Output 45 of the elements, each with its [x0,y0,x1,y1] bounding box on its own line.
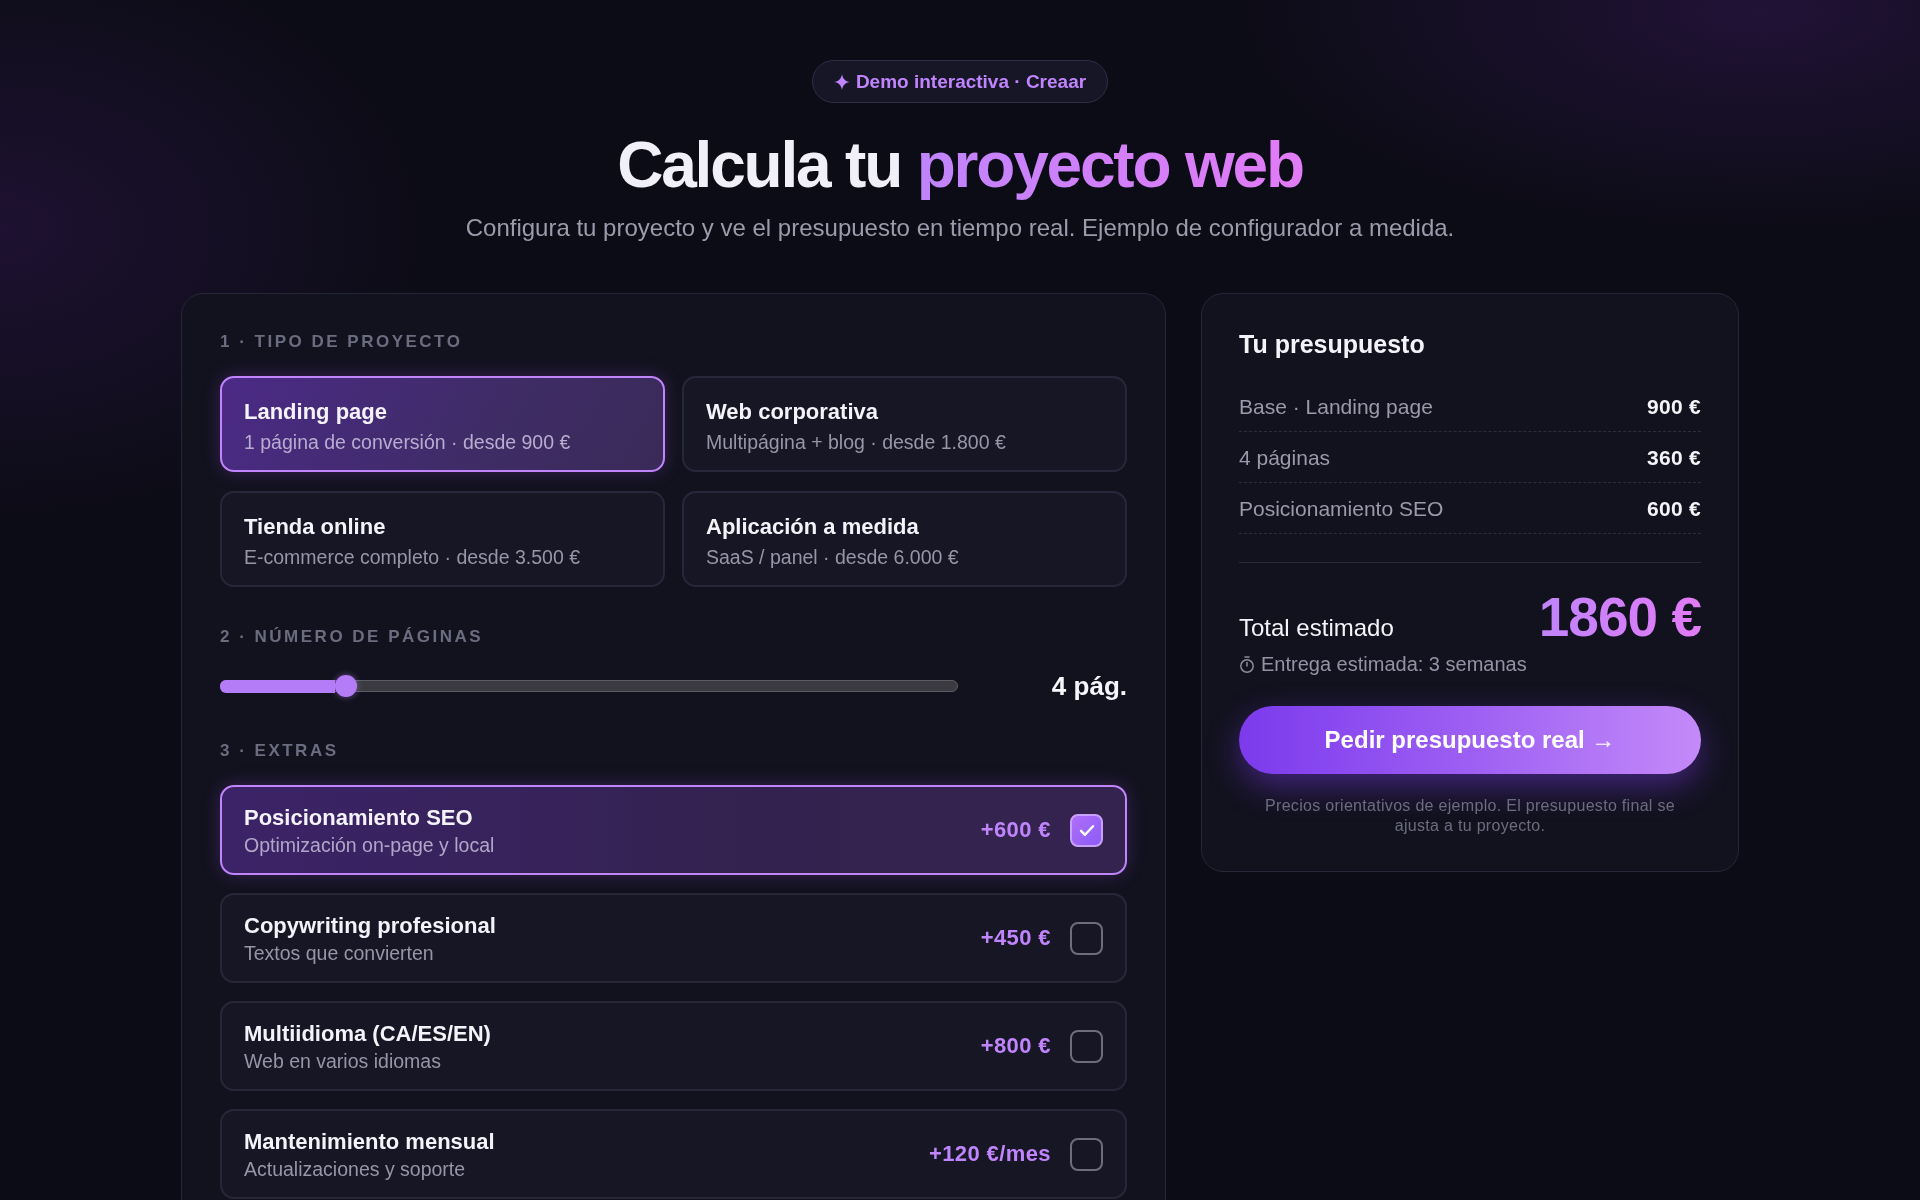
budget-line-label: Base · Landing page [1239,395,1433,419]
extra-price: +120 €/mes [928,1141,1051,1167]
budget-line-amount: 360 € [1646,446,1701,470]
extra-title: Posicionamiento SEO [244,804,473,832]
extra-description: Optimización on-page y local [244,834,495,856]
budget-line-label: 4 páginas [1239,446,1331,470]
extra-option-card[interactable]: Multiidioma (CA/ES/EN) Web en varios idiomas +800 € [220,1001,1127,1091]
extra-title: Multiidioma (CA/ES/EN) [244,1020,491,1048]
extra-option-card[interactable]: Posicionamiento SEO Optimización on-page y local +600 € [220,785,1127,875]
delivery-estimate: Entrega estimada: 3 semanas [1261,652,1527,676]
checkbox[interactable] [1070,813,1103,847]
project-type-option[interactable]: Aplicación a medida SaaS / panel · desde 6.000 € [682,491,1127,587]
checkbox[interactable] [1070,1137,1103,1171]
page-subtitle: Configura tu proyecto y ve el presupuesto en tiempo real. Ejemplo de configurador a medida. [465,213,1455,243]
extra-description: Textos que convierten [244,942,434,964]
budget-line-amount: 900 € [1646,395,1701,419]
sparkle-icon [833,73,850,90]
pages-value: 4 pág. [1050,670,1127,702]
extra-title: Mantenimiento mensual [244,1128,495,1156]
section-label: 1 · TIPO DE PROYECTO [220,332,463,352]
checkbox[interactable] [1070,1029,1103,1063]
extra-description: Web en varios idiomas [244,1050,441,1072]
checkmark-icon [1078,823,1095,837]
slider-handle[interactable] [335,675,358,697]
extra-price: +800 € [980,1033,1051,1059]
project-type-option[interactable]: Landing page 1 página de conversión · desde 900 € [220,376,665,472]
total-label: Total estimado [1239,614,1394,642]
extra-price: +600 € [980,817,1051,843]
extra-description: Actualizaciones y soporte [244,1158,466,1180]
project-type-option[interactable]: Web corporativa Multipágina + blog · desde 1.800 € [682,376,1127,472]
stopwatch-icon [1239,655,1255,673]
extra-title: Copywriting profesional [244,912,496,940]
checkbox[interactable] [1070,921,1103,955]
budget-line-amount: 600 € [1646,497,1701,521]
section-label: 3 · EXTRAS [220,741,339,761]
extra-option-card[interactable]: Copywriting profesional Textos que convierten +450 € [220,893,1127,983]
budget-line-label: Posicionamiento SEO [1239,497,1444,521]
section-label: 2 · NÚMERO DE PÁGINAS [220,627,484,647]
project-type-option[interactable]: Tienda online E-commerce completo · desde 3.500 € [220,491,665,587]
disclaimer-text: Precios orientativos de ejemplo. El presupuesto final se ajusta a tu proyecto. [1264,796,1676,836]
extra-price: +450 € [980,925,1051,951]
request-quote-button[interactable]: Pedir presupuesto real → [1239,706,1701,774]
badge-text: Demo interactiva · Creaar [855,70,1087,93]
extra-option-card[interactable]: Mantenimiento mensual Actualizaciones y soporte +120 €/mes [220,1109,1127,1199]
budget-title: Tu presupuesto [1239,329,1425,359]
